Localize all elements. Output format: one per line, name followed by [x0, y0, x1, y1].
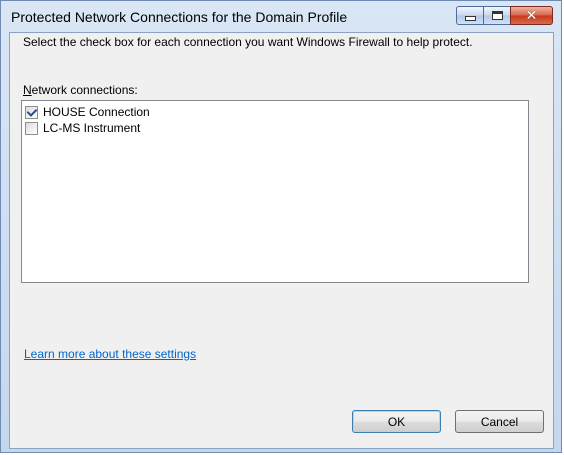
label-rest: etwork connections: [31, 83, 138, 97]
close-icon: ✕ [525, 7, 538, 24]
network-connections-label: Network connections: [23, 83, 138, 97]
dialog-window: Protected Network Connections for the Do… [0, 0, 562, 453]
minimize-icon [464, 16, 476, 21]
minimize-button[interactable] [456, 6, 483, 25]
list-item[interactable]: LC-MS Instrument [25, 120, 140, 136]
close-button[interactable]: ✕ [510, 6, 553, 25]
ok-button[interactable]: OK [352, 410, 441, 433]
network-connections-list[interactable]: HOUSE Connection LC-MS Instrument [21, 100, 529, 283]
caption-buttons: ✕ [456, 6, 553, 26]
learn-more-link[interactable]: Learn more about these settings [24, 347, 196, 361]
cancel-button[interactable]: Cancel [455, 410, 544, 433]
maximize-icon [491, 11, 503, 20]
title-bar[interactable]: Protected Network Connections for the Do… [1, 1, 561, 31]
instruction-text: Select the check box for each connection… [23, 35, 473, 49]
list-item[interactable]: HOUSE Connection [25, 104, 150, 120]
maximize-button[interactable] [483, 6, 510, 25]
window-title: Protected Network Connections for the Do… [11, 9, 348, 25]
connection-label: LC-MS Instrument [43, 121, 141, 135]
connection-checkbox[interactable] [25, 105, 38, 119]
label-accelerator: N [23, 83, 32, 97]
connection-checkbox[interactable] [25, 121, 38, 135]
connection-label: HOUSE Connection [43, 105, 150, 119]
